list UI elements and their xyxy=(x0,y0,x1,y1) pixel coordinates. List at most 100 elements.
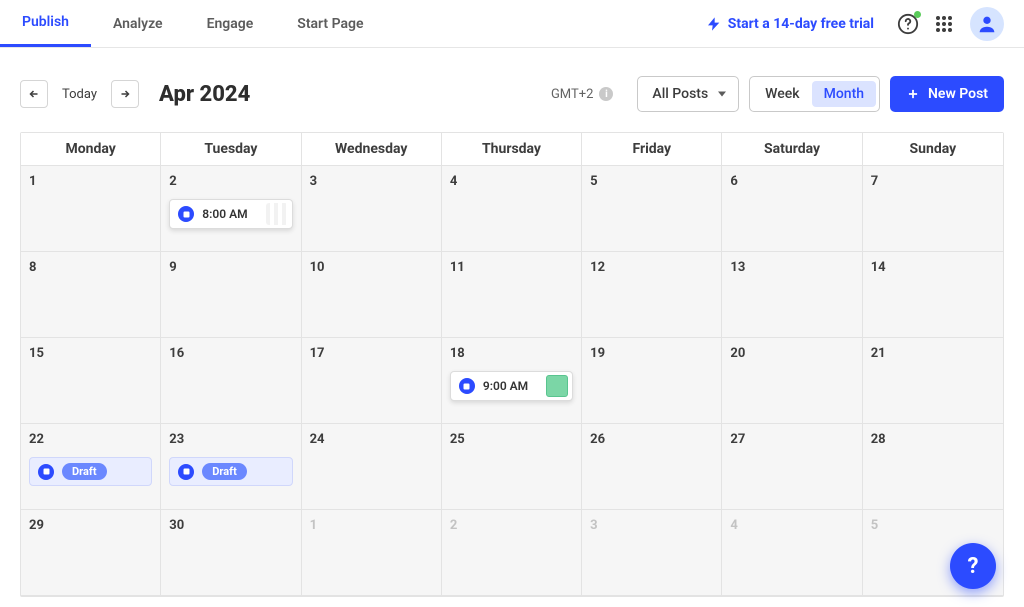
apps-grid-button[interactable] xyxy=(928,8,960,40)
calendar-day-cell[interactable]: 189:00 AM xyxy=(442,338,582,424)
day-number: 14 xyxy=(871,260,995,275)
draft-badge: Draft xyxy=(62,463,107,480)
scheduled-post-card[interactable]: 8:00 AM xyxy=(169,199,292,229)
calendar-day-cell[interactable]: 12 xyxy=(582,252,722,338)
calendar-header-row: MondayTuesdayWednesdayThursdayFridaySatu… xyxy=(21,133,1003,166)
nav-tab-publish[interactable]: Publish xyxy=(0,0,91,47)
calendar-day-cell[interactable]: 9 xyxy=(161,252,301,338)
today-button[interactable]: Today xyxy=(58,87,101,102)
new-post-button[interactable]: New Post xyxy=(890,76,1004,112)
day-number: 5 xyxy=(871,518,995,533)
day-number: 4 xyxy=(730,518,853,533)
day-number: 2 xyxy=(450,518,573,533)
calendar-day-cell[interactable]: 23Draft xyxy=(161,424,301,510)
social-network-icon xyxy=(38,464,54,480)
calendar-day-cell[interactable]: 15 xyxy=(21,338,161,424)
day-number: 17 xyxy=(310,346,433,361)
view-toggle: Week Month xyxy=(749,76,880,112)
day-header: Saturday xyxy=(722,133,862,166)
day-number: 9 xyxy=(169,260,292,275)
calendar-day-cell[interactable]: 22Draft xyxy=(21,424,161,510)
calendar-day-cell[interactable]: 29 xyxy=(21,510,161,596)
calendar-day-cell[interactable]: 24 xyxy=(302,424,442,510)
view-week-button[interactable]: Week xyxy=(753,81,811,107)
social-network-icon xyxy=(178,206,194,222)
calendar-day-cell[interactable]: 10 xyxy=(302,252,442,338)
calendar-day-cell[interactable]: 30 xyxy=(161,510,301,596)
day-number: 5 xyxy=(590,174,713,189)
calendar-day-cell[interactable]: 4 xyxy=(442,166,582,252)
event-time: 8:00 AM xyxy=(202,207,247,221)
calendar-day-cell[interactable]: 25 xyxy=(442,424,582,510)
draft-post-card[interactable]: Draft xyxy=(169,457,292,486)
day-header: Tuesday xyxy=(161,133,301,166)
next-month-button[interactable] xyxy=(111,80,139,108)
social-network-icon xyxy=(178,464,194,480)
day-number: 25 xyxy=(450,432,573,447)
calendar-day-cell[interactable]: 6 xyxy=(722,166,862,252)
day-number: 2 xyxy=(169,174,292,189)
post-filter-label: All Posts xyxy=(652,86,708,102)
calendar-day-cell[interactable]: 26 xyxy=(582,424,722,510)
calendar-day-cell[interactable]: 8 xyxy=(21,252,161,338)
plus-icon xyxy=(906,87,920,101)
prev-month-button[interactable] xyxy=(20,80,48,108)
day-header: Wednesday xyxy=(302,133,442,166)
view-month-button[interactable]: Month xyxy=(812,81,876,107)
day-number: 21 xyxy=(871,346,995,361)
start-trial-link[interactable]: Start a 14-day free trial xyxy=(706,16,874,32)
calendar-day-cell[interactable]: 13 xyxy=(722,252,862,338)
day-number: 19 xyxy=(590,346,713,361)
calendar-day-cell[interactable]: 28 xyxy=(863,424,1003,510)
day-number: 7 xyxy=(871,174,995,189)
day-number: 1 xyxy=(310,518,433,533)
help-fab[interactable]: ? xyxy=(950,543,996,589)
draft-badge: Draft xyxy=(202,463,247,480)
help-center-button[interactable] xyxy=(892,8,924,40)
start-trial-label: Start a 14-day free trial xyxy=(728,16,874,32)
info-icon[interactable]: i xyxy=(599,87,613,101)
calendar-day-cell[interactable]: 2 8:00 AM xyxy=(161,166,301,252)
day-number: 13 xyxy=(730,260,853,275)
calendar-day-cell[interactable]: 3 xyxy=(582,510,722,596)
day-header: Friday xyxy=(582,133,722,166)
day-number: 26 xyxy=(590,432,713,447)
calendar-day-cell[interactable]: 17 xyxy=(302,338,442,424)
calendar-day-cell[interactable]: 20 xyxy=(722,338,862,424)
nav-tab-analyze[interactable]: Analyze xyxy=(91,0,185,47)
top-nav: PublishAnalyzeEngageStart Page Start a 1… xyxy=(0,0,1024,48)
avatar[interactable] xyxy=(970,7,1004,41)
day-number: 10 xyxy=(310,260,433,275)
calendar-day-cell[interactable]: 1 xyxy=(302,510,442,596)
calendar-day-cell[interactable]: 21 xyxy=(863,338,1003,424)
calendar-day-cell[interactable]: 14 xyxy=(863,252,1003,338)
day-number: 8 xyxy=(29,260,152,275)
calendar-day-cell[interactable]: 16 xyxy=(161,338,301,424)
day-header: Monday xyxy=(21,133,161,166)
calendar-day-cell[interactable]: 5 xyxy=(582,166,722,252)
calendar-day-cell[interactable]: 7 xyxy=(863,166,1003,252)
calendar-day-cell[interactable]: 4 xyxy=(722,510,862,596)
calendar-day-cell[interactable]: 3 xyxy=(302,166,442,252)
day-number: 27 xyxy=(730,432,853,447)
post-thumbnail xyxy=(266,203,288,225)
social-network-icon xyxy=(459,378,475,394)
month-title: Apr 2024 xyxy=(159,82,250,107)
post-filter-dropdown[interactable]: All Posts xyxy=(637,76,739,112)
calendar-day-cell[interactable]: 19 xyxy=(582,338,722,424)
draft-post-card[interactable]: Draft xyxy=(29,457,152,486)
nav-tab-engage[interactable]: Engage xyxy=(185,0,276,47)
nav-tab-start-page[interactable]: Start Page xyxy=(275,0,385,47)
day-number: 4 xyxy=(450,174,573,189)
calendar-day-cell[interactable]: 11 xyxy=(442,252,582,338)
day-number: 20 xyxy=(730,346,853,361)
day-number: 30 xyxy=(169,518,292,533)
calendar-day-cell[interactable]: 2 xyxy=(442,510,582,596)
calendar-day-cell[interactable]: 1 xyxy=(21,166,161,252)
day-number: 28 xyxy=(871,432,995,447)
calendar-day-cell[interactable]: 27 xyxy=(722,424,862,510)
day-number: 3 xyxy=(590,518,713,533)
day-number: 6 xyxy=(730,174,853,189)
day-number: 16 xyxy=(169,346,292,361)
scheduled-post-card[interactable]: 9:00 AM xyxy=(450,371,573,401)
